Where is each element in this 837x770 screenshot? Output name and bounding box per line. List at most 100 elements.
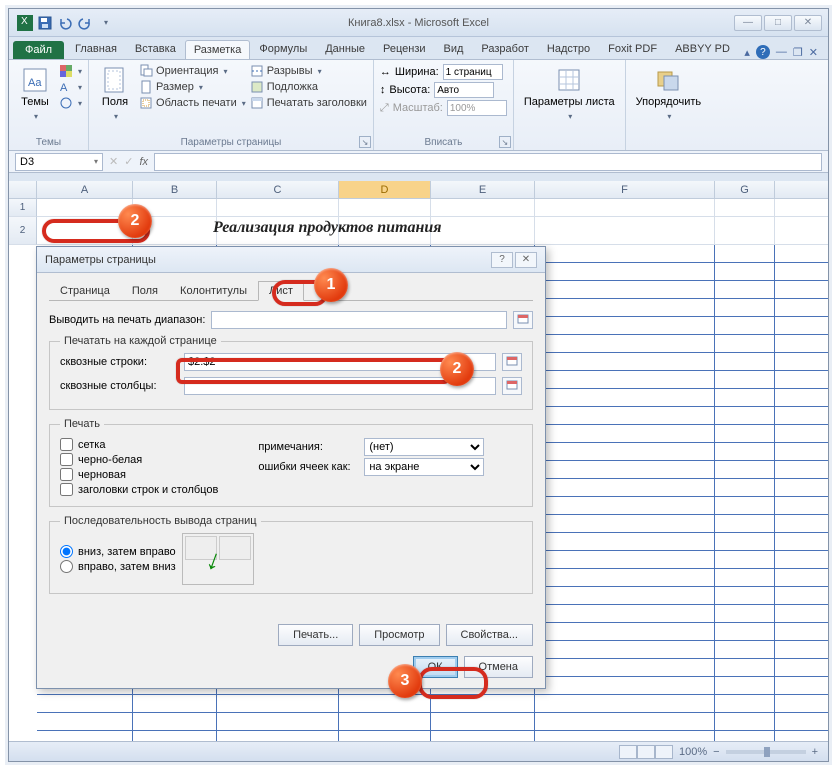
close-button[interactable]: ✕: [794, 15, 822, 31]
tab-formulas[interactable]: Формулы: [250, 39, 316, 59]
excel-icon: [17, 15, 33, 31]
callout-ring-ok: [418, 667, 488, 699]
order-down-radio[interactable]: [60, 545, 73, 558]
dropdown-icon: [32, 110, 38, 122]
save-icon[interactable]: [37, 15, 53, 31]
tab-view[interactable]: Вид: [435, 39, 473, 59]
col-A[interactable]: A: [37, 181, 133, 198]
headings-cb-label: заголовки строк и столбцов: [78, 484, 218, 496]
sheet-options-button[interactable]: Параметры листа: [520, 64, 619, 124]
properties-button[interactable]: Свойства...: [446, 624, 533, 646]
maximize-button[interactable]: □: [764, 15, 792, 31]
tab-page[interactable]: Страница: [49, 281, 121, 300]
help-icon[interactable]: ?: [756, 45, 770, 59]
cancel-icon[interactable]: ✕: [109, 155, 118, 168]
page-setup-launcher[interactable]: ↘: [359, 136, 371, 148]
window-restore-icon[interactable]: ❐: [793, 46, 803, 59]
print-range-input[interactable]: [211, 311, 507, 329]
minimize-button[interactable]: —: [734, 15, 762, 31]
arrange-button[interactable]: Упорядочить: [632, 64, 705, 124]
theme-colors-button[interactable]: [59, 64, 82, 78]
col-G[interactable]: G: [715, 181, 775, 198]
enter-icon[interactable]: ✓: [124, 155, 133, 168]
print-titles-button[interactable]: Печатать заголовки: [250, 96, 367, 110]
dialog-help-button[interactable]: ?: [491, 252, 513, 268]
zoom-in-button[interactable]: +: [812, 746, 818, 758]
normal-view-button[interactable]: [619, 745, 637, 759]
window-min-icon[interactable]: —: [776, 46, 787, 58]
qat-customize-icon[interactable]: [97, 15, 113, 31]
row-1[interactable]: 1: [9, 199, 37, 217]
tab-header-footer[interactable]: Колонтитулы: [169, 281, 258, 300]
scale-input: [447, 100, 507, 116]
rows-picker-button[interactable]: [502, 353, 522, 371]
file-tab[interactable]: Файл: [13, 41, 64, 59]
size-button[interactable]: Размер: [139, 80, 246, 94]
themes-button[interactable]: Aa Темы: [15, 64, 55, 124]
page-layout-view-button[interactable]: [637, 745, 655, 759]
dialog-titlebar[interactable]: Параметры страницы ? ✕: [37, 247, 545, 273]
formula-input[interactable]: [154, 153, 822, 171]
col-F[interactable]: F: [535, 181, 715, 198]
grid-checkbox[interactable]: [60, 438, 73, 451]
page-break-view-button[interactable]: [655, 745, 673, 759]
print-area-button[interactable]: Область печати: [139, 96, 246, 110]
range-picker-button[interactable]: [513, 311, 533, 329]
col-E[interactable]: E: [431, 181, 535, 198]
preview-button[interactable]: Просмотр: [359, 624, 439, 646]
tab-insert[interactable]: Вставка: [126, 39, 185, 59]
zoom-label: 100%: [679, 746, 707, 758]
tab-margins[interactable]: Поля: [121, 281, 169, 300]
theme-effects-button[interactable]: [59, 96, 82, 110]
row-2[interactable]: 2: [9, 217, 37, 245]
tab-home[interactable]: Главная: [66, 39, 126, 59]
dropdown-icon: [665, 110, 671, 122]
breaks-button[interactable]: Разрывы: [250, 64, 367, 78]
zoom-slider[interactable]: [726, 750, 806, 754]
notes-select[interactable]: (нет): [364, 438, 484, 456]
tab-review[interactable]: Рецензи: [374, 39, 435, 59]
errors-select[interactable]: на экране: [364, 458, 484, 476]
tab-page-layout[interactable]: Разметка: [185, 40, 251, 59]
bw-checkbox[interactable]: [60, 453, 73, 466]
row-headers: 1 2: [9, 199, 37, 245]
select-all-corner[interactable]: [9, 181, 37, 198]
redo-icon[interactable]: [77, 15, 93, 31]
tab-abbyy[interactable]: ABBYY PD: [666, 39, 739, 59]
tab-data[interactable]: Данные: [316, 39, 374, 59]
order-over-radio[interactable]: [60, 560, 73, 573]
col-C[interactable]: C: [217, 181, 339, 198]
dialog-close-button[interactable]: ✕: [515, 252, 537, 268]
tab-addins[interactable]: Надстро: [538, 39, 599, 59]
tab-developer[interactable]: Разработ: [472, 39, 537, 59]
orientation-button[interactable]: Ориентация: [139, 64, 246, 78]
print-button[interactable]: Печать...: [278, 624, 353, 646]
window-close-icon[interactable]: ✕: [809, 46, 818, 59]
scale-launcher[interactable]: ↘: [499, 136, 511, 148]
draft-cb-label: черновая: [78, 469, 126, 481]
repeat-legend: Печатать на каждой странице: [60, 335, 221, 347]
margins-button[interactable]: Поля: [95, 64, 135, 124]
fx-icon[interactable]: fx: [139, 156, 148, 168]
cells[interactable]: Реализация продуктов питания: [37, 199, 828, 245]
height-input[interactable]: [434, 82, 494, 98]
ribbon-minimize-icon[interactable]: ▴: [744, 46, 750, 59]
draft-checkbox[interactable]: [60, 468, 73, 481]
cols-picker-button[interactable]: [502, 377, 522, 395]
page-setup-dialog: Параметры страницы ? ✕ Страница Поля Кол…: [36, 246, 546, 689]
group-arrange: Упорядочить: [626, 60, 711, 150]
sheet-title-text: Реализация продуктов питания: [213, 219, 442, 237]
width-input[interactable]: [443, 64, 503, 80]
name-box[interactable]: D3▾: [15, 153, 103, 171]
order-fieldset: Последовательность вывода страниц вниз, …: [49, 515, 533, 594]
col-B[interactable]: B: [133, 181, 217, 198]
tab-foxit[interactable]: Foxit PDF: [599, 39, 666, 59]
ribbon-tabs: Файл Главная Вставка Разметка Формулы Да…: [9, 37, 828, 59]
group-page-setup-label: Параметры страницы: [95, 135, 367, 148]
col-D[interactable]: D: [339, 181, 431, 198]
undo-icon[interactable]: [57, 15, 73, 31]
background-button[interactable]: Подложка: [250, 80, 367, 94]
headings-checkbox[interactable]: [60, 483, 73, 496]
zoom-out-button[interactable]: −: [713, 746, 719, 758]
theme-fonts-button[interactable]: A: [59, 80, 82, 94]
